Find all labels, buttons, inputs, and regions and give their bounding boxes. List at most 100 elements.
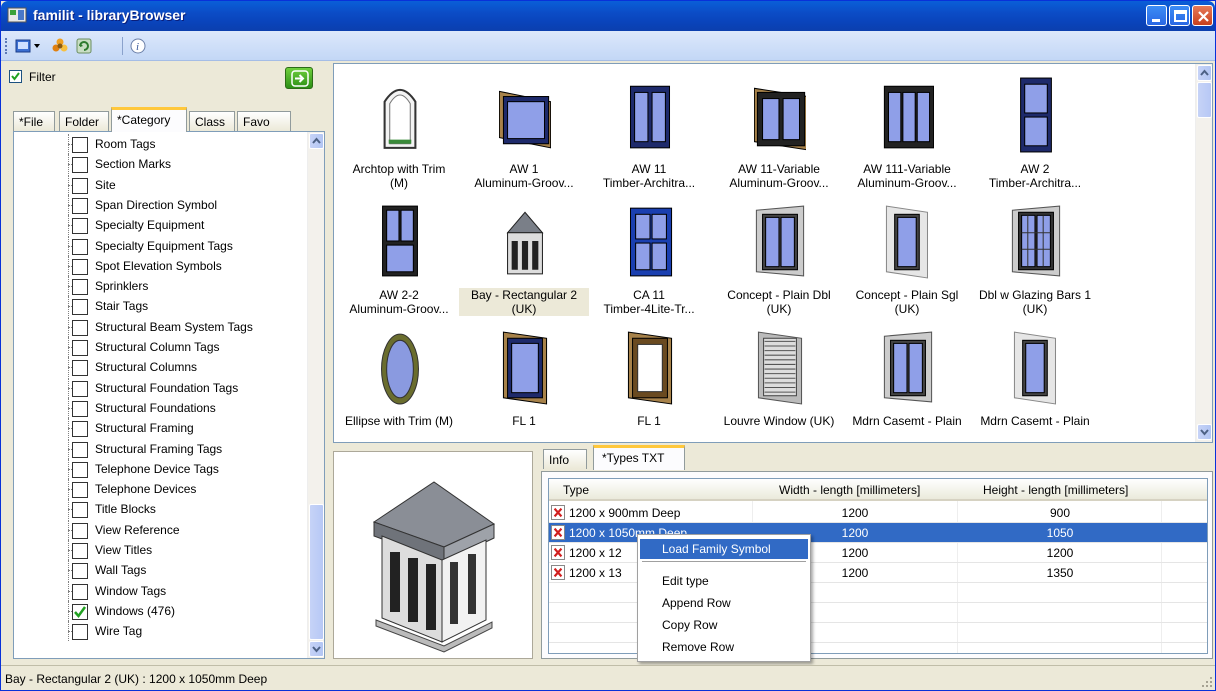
tree-item-checkbox[interactable] [72, 502, 88, 519]
tree-item-checkbox[interactable] [72, 543, 88, 559]
cell-type[interactable]: 1200 x 900mm Deep [569, 506, 680, 520]
menu-item-remove-row[interactable]: Remove Row [640, 637, 808, 657]
tree-item[interactable]: Structural Framing Tags [14, 438, 314, 459]
gallery-item[interactable]: AW 11 Timber-Architra... [584, 70, 714, 196]
tree-item[interactable]: View Reference [14, 519, 314, 540]
tree-item[interactable]: Stair Tags [14, 296, 314, 317]
cell-type[interactable]: 1200 x 12 [569, 546, 622, 560]
tree-item[interactable]: Telephone Device Tags [14, 458, 314, 479]
menu-item-append-row[interactable]: Append Row [640, 593, 808, 613]
gallery-item[interactable]: Concept - Plain Sgl (UK) [842, 196, 972, 322]
tree-item-checkbox[interactable] [72, 583, 88, 600]
column-header-type[interactable]: Type [563, 483, 589, 497]
tree-item-checkbox[interactable] [72, 563, 88, 580]
tree-item-checkbox[interactable] [72, 603, 88, 620]
menu-item-load-family-symbol[interactable]: Load Family Symbol [640, 539, 808, 559]
tree-item[interactable]: Site [14, 174, 314, 195]
table-row[interactable]: 1200 x 900mm Deep 1200 900 [549, 503, 1207, 523]
cell-height[interactable]: 1350 [958, 566, 1162, 580]
gallery-item[interactable]: Concept - Plain Dbl (UK) [714, 196, 844, 322]
tree-item[interactable]: Title Blocks [14, 499, 314, 520]
tree-item-checkbox[interactable] [72, 258, 88, 275]
gallery-item[interactable]: AW 11-Variable Aluminum-Groov... [714, 70, 844, 196]
tree-item-checkbox[interactable] [72, 157, 88, 174]
tree-item-checkbox[interactable] [72, 197, 88, 214]
tree-item[interactable]: View Titles [14, 540, 314, 560]
tree-item[interactable]: Span Direction Symbol [14, 194, 314, 215]
gallery-item[interactable]: AW 1 Aluminum-Groov... [459, 70, 589, 196]
tab-category[interactable]: *Category [111, 107, 187, 132]
tree-item[interactable]: Structural Column Tags [14, 337, 314, 357]
info-icon[interactable]: i [129, 37, 147, 55]
scroll-thumb[interactable] [1197, 82, 1212, 118]
gallery-item[interactable]: Ellipse with Trim (M) [334, 322, 464, 442]
tree-item-checkbox[interactable] [72, 360, 88, 377]
resize-grip-icon[interactable] [1201, 676, 1213, 688]
cell-height[interactable]: 1050 [958, 526, 1162, 540]
tree-item-checkbox[interactable] [72, 482, 88, 499]
tree-item-checkbox[interactable] [72, 238, 88, 255]
tree-item-checkbox[interactable] [72, 319, 88, 336]
tree-item[interactable]: Section Marks [14, 154, 314, 175]
tree-item[interactable]: Wire Tag [14, 621, 314, 642]
title-bar[interactable]: familit - libraryBrowser [1, 1, 1215, 31]
tree-item-checkbox[interactable] [72, 624, 88, 641]
tab-favorites[interactable]: Favo [237, 111, 291, 131]
scroll-thumb[interactable] [309, 504, 324, 640]
close-button[interactable] [1192, 5, 1213, 26]
gallery-item[interactable]: FL 1 [584, 322, 714, 442]
scroll-down-button[interactable] [1197, 424, 1212, 440]
tab-class[interactable]: Class [189, 111, 235, 131]
tab-file[interactable]: *File [13, 111, 55, 131]
cell-width[interactable]: 1200 [753, 506, 957, 520]
cell-type[interactable]: 1200 x 13 [569, 566, 622, 580]
tree-item[interactable]: Structural Beam System Tags [14, 316, 314, 337]
cell-height[interactable]: 1200 [958, 546, 1162, 560]
tab-folder[interactable]: Folder [59, 111, 109, 131]
tree-item[interactable]: Windows (476) [14, 600, 314, 621]
tree-item-checkbox[interactable] [72, 137, 88, 153]
tab-types-txt[interactable]: *Types TXT [593, 445, 685, 470]
gallery-item[interactable]: Bay - Rectangular 2 (UK) [459, 196, 589, 322]
settings-flower-icon[interactable] [51, 37, 69, 55]
tree-item[interactable]: Sprinklers [14, 276, 314, 297]
menu-item-edit-type[interactable]: Edit type [640, 571, 808, 591]
tree-item[interactable]: Specialty Equipment Tags [14, 235, 314, 256]
tree-item-checkbox[interactable] [72, 380, 88, 397]
tree-item[interactable]: Structural Framing [14, 418, 314, 439]
tree-item-checkbox[interactable] [72, 279, 88, 296]
tree-item[interactable]: Wall Tags [14, 560, 314, 581]
cell-height[interactable]: 900 [958, 506, 1162, 520]
tree-item[interactable]: Room Tags [14, 134, 314, 154]
toolbar-grip[interactable] [5, 38, 8, 54]
open-menu-icon[interactable] [15, 37, 33, 55]
gallery-item[interactable]: AW 2 Timber-Architra... [970, 70, 1100, 196]
gallery-scrollbar[interactable] [1195, 64, 1212, 442]
tree-item[interactable]: Window Tags [14, 580, 314, 601]
tree-item[interactable]: Structural Foundations [14, 397, 314, 418]
gallery-item[interactable]: Louvre Window (UK) [714, 322, 844, 442]
tree-item-checkbox[interactable] [72, 421, 88, 438]
tab-info[interactable]: Info [543, 449, 587, 469]
gallery-item[interactable]: CA 11 Timber-4Lite-Tr... [584, 196, 714, 322]
tree-item-checkbox[interactable] [72, 522, 88, 539]
tree-item-checkbox[interactable] [72, 441, 88, 458]
scroll-up-button[interactable] [1197, 65, 1212, 81]
column-header-height[interactable]: Height - length [millimeters] [983, 483, 1128, 497]
column-header-width[interactable]: Width - length [millimeters] [779, 483, 920, 497]
menu-item-copy-row[interactable]: Copy Row [640, 615, 808, 635]
tree-item[interactable]: Spot Elevation Symbols [14, 255, 314, 276]
maximize-button[interactable] [1169, 5, 1190, 26]
gallery-item[interactable]: FL 1 [459, 322, 589, 442]
gallery-item[interactable]: Archtop with Trim (M) [334, 70, 464, 196]
tree-item[interactable]: Structural Columns [14, 357, 314, 378]
tree-item[interactable]: Structural Foundation Tags [14, 377, 314, 398]
minimize-button[interactable] [1146, 5, 1167, 26]
gallery-item[interactable]: AW 111-Variable Aluminum-Groov... [842, 70, 972, 196]
gallery-item[interactable]: Mdrn Casemt - Plain [842, 322, 972, 442]
tree-item[interactable]: Telephone Devices [14, 479, 314, 500]
tree-item-checkbox[interactable] [72, 340, 88, 356]
tree-scrollbar[interactable] [307, 132, 324, 658]
scroll-down-button[interactable] [309, 641, 324, 657]
gallery-item[interactable]: AW 2-2 Aluminum-Groov... [334, 196, 464, 322]
